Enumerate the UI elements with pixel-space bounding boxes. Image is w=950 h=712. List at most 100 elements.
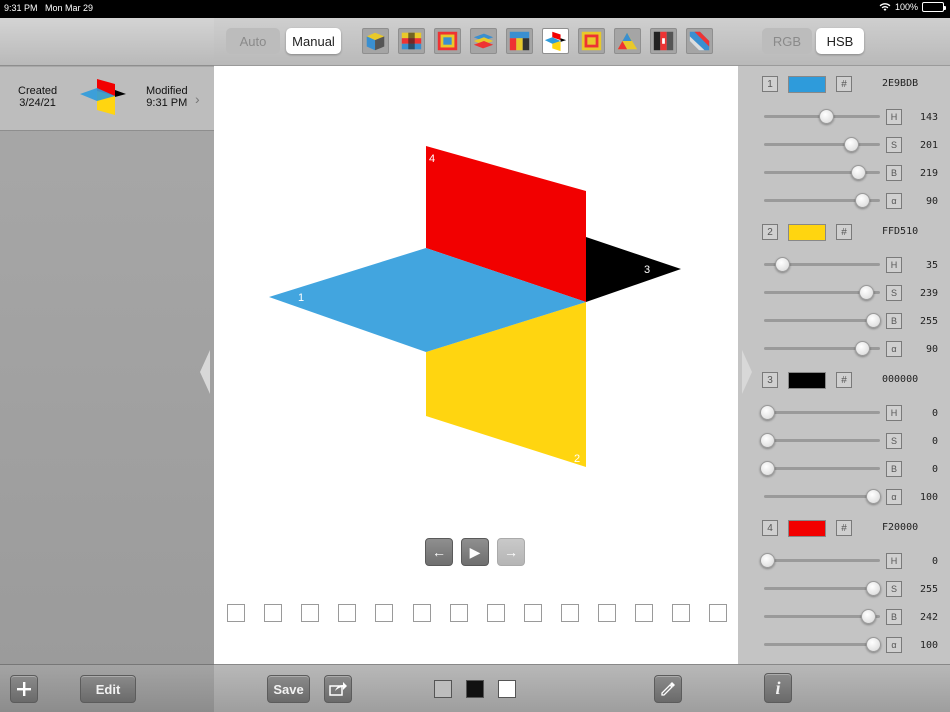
slider-label: S bbox=[886, 137, 902, 153]
preset-planes-icon[interactable] bbox=[542, 28, 569, 54]
slider-knob[interactable] bbox=[866, 581, 881, 596]
slider-label: H bbox=[886, 109, 902, 125]
frame-slot[interactable] bbox=[672, 604, 691, 622]
slider-track-s[interactable] bbox=[764, 143, 880, 146]
slider-knob[interactable] bbox=[760, 461, 775, 476]
status-bar: 9:31 PM Mon Mar 29 100% bbox=[0, 0, 950, 18]
slider-knob[interactable] bbox=[855, 193, 871, 208]
slider-knob[interactable] bbox=[774, 257, 790, 272]
frame-slot[interactable] bbox=[375, 604, 394, 622]
hex-value[interactable]: 000000 bbox=[882, 374, 918, 385]
preset-triangles-icon[interactable] bbox=[614, 28, 641, 54]
auto-mode-toggle[interactable]: Auto bbox=[226, 28, 280, 54]
battery-icon bbox=[922, 2, 946, 12]
color-swatch[interactable] bbox=[788, 520, 826, 537]
collapse-left-handle-icon[interactable] bbox=[200, 350, 210, 394]
color-swatch[interactable] bbox=[788, 224, 826, 241]
hex-value[interactable]: 2E9BDB bbox=[882, 78, 918, 89]
slider-knob[interactable] bbox=[760, 405, 775, 420]
hex-input-button[interactable]: # bbox=[836, 372, 852, 388]
slider-knob[interactable] bbox=[866, 637, 881, 652]
document-row[interactable]: Created 3/24/21 Modified 9:31 PM › bbox=[0, 67, 214, 131]
color-row: 4 # F20000 H 0 S 255 B 242 α 100 bbox=[738, 519, 950, 659]
hex-value[interactable]: FFD510 bbox=[882, 226, 918, 237]
frame-slot[interactable] bbox=[560, 604, 579, 622]
slider-label: S bbox=[886, 433, 902, 449]
color-index: 4 bbox=[762, 520, 778, 536]
add-document-button[interactable] bbox=[10, 675, 38, 703]
slider-knob[interactable] bbox=[860, 609, 876, 624]
slider-track-α[interactable] bbox=[764, 495, 880, 498]
preset-layers-icon[interactable] bbox=[470, 28, 497, 54]
frame-slot[interactable] bbox=[227, 604, 245, 622]
preset-cube-icon[interactable] bbox=[362, 28, 389, 54]
preset-bars-icon[interactable] bbox=[398, 28, 425, 54]
slider-track-b[interactable] bbox=[764, 319, 880, 322]
manual-mode-toggle[interactable]: Manual bbox=[286, 28, 341, 54]
slider-knob[interactable] bbox=[866, 489, 881, 504]
status-time: 9:31 PM bbox=[4, 3, 38, 13]
slider-knob[interactable] bbox=[855, 341, 871, 356]
color-row: 1 #2E9BDB H 143 S 201 B 219 α 90 bbox=[738, 75, 950, 215]
document-thumbnail bbox=[80, 79, 126, 115]
collapse-right-handle-icon[interactable] bbox=[742, 350, 752, 394]
preset-squares-icon[interactable] bbox=[578, 28, 605, 54]
frame-slot[interactable] bbox=[449, 604, 468, 622]
color-swatch[interactable] bbox=[788, 372, 826, 389]
bottom-toolbar: Save bbox=[214, 664, 738, 712]
step-forward-button[interactable]: → bbox=[497, 538, 525, 566]
frame-slot[interactable] bbox=[412, 604, 431, 622]
slider-knob[interactable] bbox=[819, 109, 835, 124]
slider-knob[interactable] bbox=[859, 285, 875, 300]
frame-slot[interactable] bbox=[486, 604, 505, 622]
slider-knob[interactable] bbox=[866, 313, 881, 328]
preset-stripes-icon[interactable] bbox=[650, 28, 677, 54]
slider-knob[interactable] bbox=[760, 553, 775, 568]
frame-slot[interactable] bbox=[635, 604, 654, 622]
slider-track-s[interactable] bbox=[764, 439, 880, 442]
slider-value: 100 bbox=[919, 640, 938, 651]
hsb-toggle[interactable]: HSB bbox=[816, 28, 864, 54]
frame-slot[interactable] bbox=[523, 604, 542, 622]
background-swatch-black[interactable] bbox=[466, 680, 484, 698]
plane-3[interactable] bbox=[586, 237, 681, 302]
slider-track-α[interactable] bbox=[764, 643, 880, 646]
slider-value: 100 bbox=[919, 492, 938, 503]
slider-track-h[interactable] bbox=[764, 559, 880, 562]
preset-blocks-icon[interactable] bbox=[506, 28, 533, 54]
background-swatch-gray[interactable] bbox=[434, 680, 452, 698]
info-button[interactable]: i bbox=[764, 673, 792, 703]
slider-knob[interactable] bbox=[843, 137, 859, 152]
color-panel: RGB HSB 1 #2E9BDB H 143 S 201 B 219 α 90 2 # FFD510 H… bbox=[738, 18, 950, 712]
preset-diagonal-icon[interactable] bbox=[686, 28, 713, 54]
color-swatch[interactable] bbox=[788, 76, 826, 93]
plane-label-4: 4 bbox=[429, 153, 435, 165]
modified-time: 9:31 PM bbox=[146, 97, 188, 109]
preset-frames-icon[interactable] bbox=[434, 28, 461, 54]
slider-knob[interactable] bbox=[760, 433, 775, 448]
edit-button[interactable]: Edit bbox=[80, 675, 136, 703]
share-button[interactable] bbox=[324, 675, 352, 703]
slider-track-h[interactable] bbox=[764, 411, 880, 414]
artwork-svg[interactable]: 1 2 3 4 bbox=[214, 66, 738, 664]
hex-input-button[interactable]: # bbox=[836, 520, 852, 536]
artwork-canvas[interactable]: 1 2 3 4 ← ▶ → bbox=[214, 66, 738, 664]
hex-input-button[interactable]: # bbox=[836, 76, 852, 92]
frame-slot[interactable] bbox=[338, 604, 357, 622]
hex-input-button[interactable]: # bbox=[836, 224, 852, 240]
frame-slot[interactable] bbox=[301, 604, 320, 622]
play-button[interactable]: ▶ bbox=[461, 538, 489, 566]
frame-slot[interactable] bbox=[598, 604, 616, 622]
hex-value[interactable]: F20000 bbox=[882, 522, 918, 533]
slider-track-s[interactable] bbox=[764, 587, 880, 590]
rgb-toggle[interactable]: RGB bbox=[762, 28, 812, 54]
step-back-button[interactable]: ← bbox=[425, 538, 453, 566]
frame-slot[interactable] bbox=[264, 604, 283, 622]
save-button[interactable]: Save bbox=[267, 675, 310, 703]
slider-knob[interactable] bbox=[851, 165, 867, 180]
frame-slot[interactable] bbox=[709, 604, 728, 622]
slider-label: α bbox=[886, 341, 902, 357]
background-swatch-white[interactable] bbox=[498, 680, 516, 698]
slider-track-b[interactable] bbox=[764, 467, 880, 470]
eyedropper-button[interactable] bbox=[654, 675, 682, 703]
